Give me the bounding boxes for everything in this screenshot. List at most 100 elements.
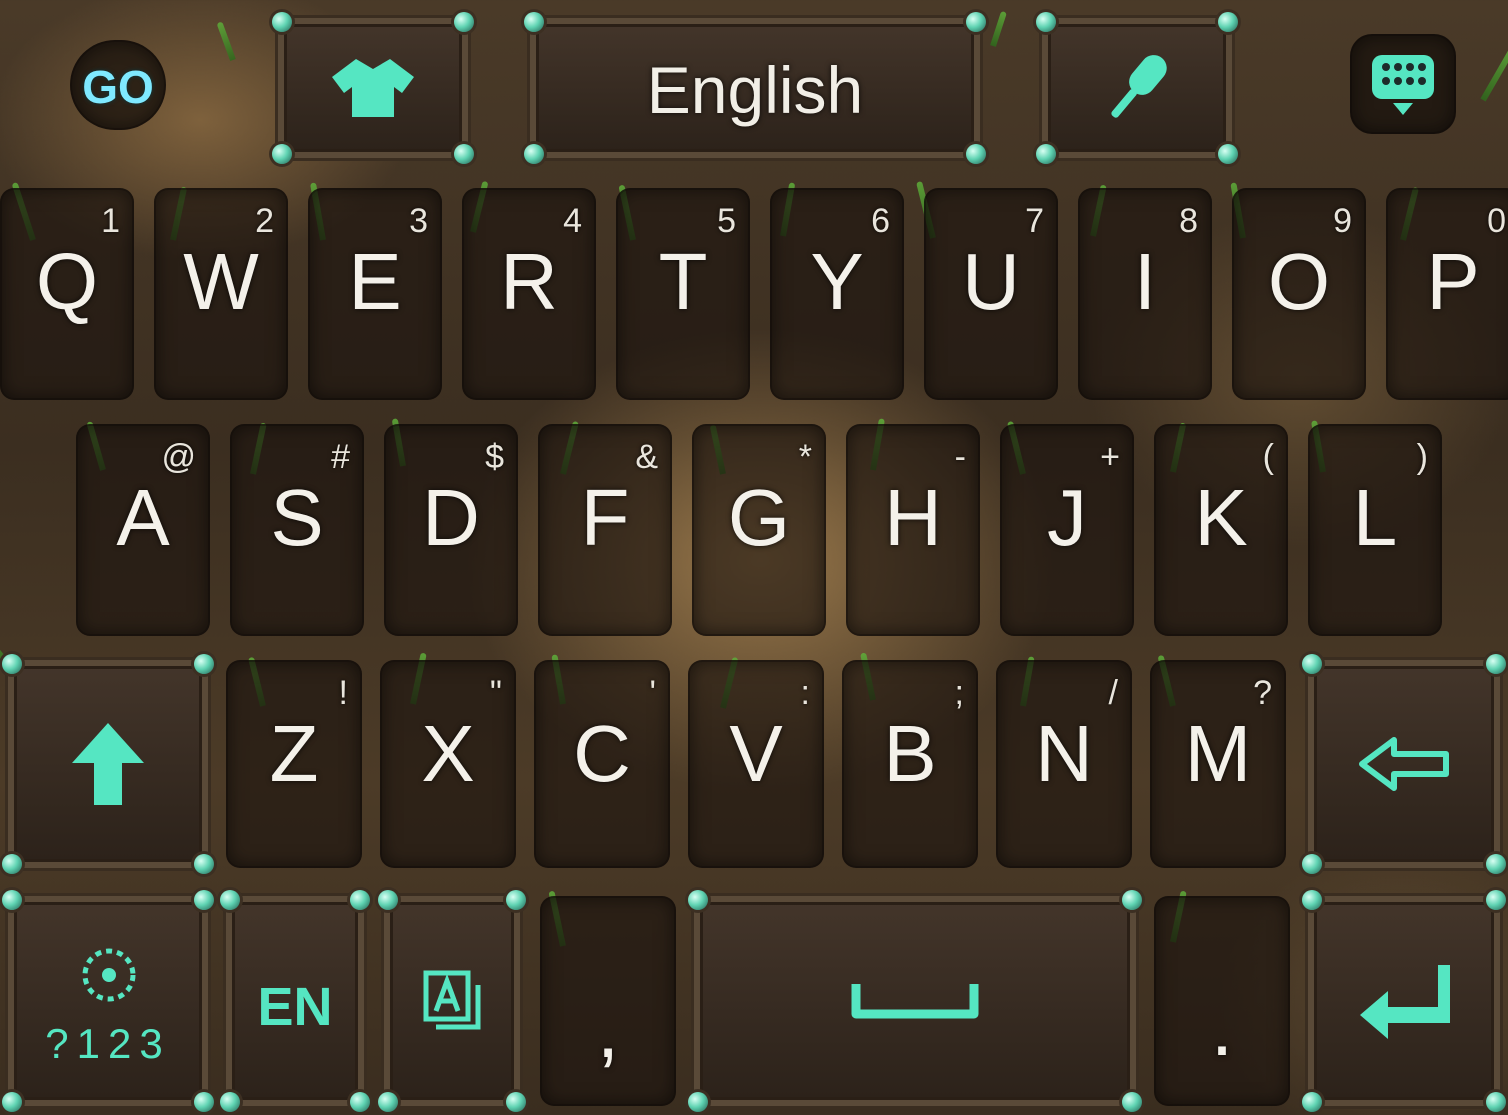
key-label: E xyxy=(348,237,402,326)
key-j[interactable]: + J xyxy=(1000,424,1134,636)
language-button[interactable]: English xyxy=(524,12,986,164)
key-hint: ; xyxy=(954,674,964,712)
key-u[interactable]: 7U xyxy=(924,188,1058,400)
key-label: M xyxy=(1184,709,1252,798)
key-hint: ! xyxy=(338,674,348,712)
settings-symbols-key[interactable]: ?123 xyxy=(2,890,214,1112)
key-label: Y xyxy=(810,237,864,326)
key-label: X xyxy=(421,709,475,798)
key-t[interactable]: 5T xyxy=(616,188,750,400)
key-g[interactable]: * G xyxy=(692,424,826,636)
key-label: D xyxy=(422,473,480,562)
key-b[interactable]: ; B xyxy=(842,660,978,868)
go-label: GO xyxy=(82,61,154,113)
key-hint: @ xyxy=(161,438,196,476)
period-key[interactable]: . xyxy=(1154,896,1290,1106)
key-w[interactable]: 2W xyxy=(154,188,288,400)
key-label: T xyxy=(658,237,708,326)
key-hint: ? xyxy=(1253,674,1272,712)
shirt-icon xyxy=(332,59,414,117)
key-label: K xyxy=(1194,473,1248,562)
keypad-button[interactable] xyxy=(1350,34,1456,134)
theme-button[interactable] xyxy=(272,12,474,164)
key-hint: ( xyxy=(1262,438,1274,476)
key-hint: ) xyxy=(1416,438,1428,476)
key-hint: 8 xyxy=(1179,202,1198,240)
key-hint: : xyxy=(800,674,810,712)
comma-key[interactable]: , xyxy=(540,896,676,1106)
key-h[interactable]: -H xyxy=(846,424,980,636)
key-v[interactable]: :V xyxy=(688,660,824,868)
key-hint: # xyxy=(331,438,350,476)
microphone-icon xyxy=(1111,55,1167,118)
grass-blade xyxy=(1480,46,1508,102)
grass-blade xyxy=(216,21,236,62)
key-hint: $ xyxy=(485,438,504,476)
symbols-label: ?123 xyxy=(45,1020,171,1067)
key-label: P xyxy=(1426,237,1480,326)
enter-key[interactable] xyxy=(1302,890,1506,1112)
key-hint: ' xyxy=(649,674,657,712)
key-hint: 6 xyxy=(871,202,890,240)
key-y[interactable]: 6Y xyxy=(770,188,904,400)
key-k[interactable]: (K xyxy=(1154,424,1288,636)
key-f[interactable]: & F xyxy=(538,424,672,636)
key-label: G xyxy=(727,473,791,562)
go-button[interactable]: GO xyxy=(70,40,166,130)
key-r[interactable]: 4R xyxy=(462,188,596,400)
key-label: V xyxy=(729,709,783,798)
key-label: J xyxy=(1047,473,1087,562)
shift-key[interactable] xyxy=(2,654,214,874)
key-hint: 4 xyxy=(563,202,582,240)
key-label: H xyxy=(884,473,942,562)
key-label: S xyxy=(270,473,324,562)
key-n[interactable]: / N xyxy=(996,660,1132,868)
key-label: L xyxy=(1352,473,1398,562)
key-m[interactable]: ? M xyxy=(1150,660,1286,868)
keypad-icon xyxy=(1372,55,1434,115)
enter-arrow-icon xyxy=(1360,965,1450,1039)
key-hint: 0 xyxy=(1487,202,1506,240)
space-key[interactable] xyxy=(688,890,1142,1112)
key-q[interactable]: 1Q xyxy=(0,188,134,400)
key-p[interactable]: 0P xyxy=(1386,188,1508,400)
period-label: . xyxy=(1210,983,1234,1072)
spacebar-icon xyxy=(851,984,979,1019)
key-hint: * xyxy=(798,438,812,476)
key-label: U xyxy=(962,237,1020,326)
language-label: English xyxy=(646,53,864,127)
key-label: C xyxy=(573,709,631,798)
key-s[interactable]: # S xyxy=(230,424,364,636)
key-e[interactable]: 3E xyxy=(308,188,442,400)
key-hint: 3 xyxy=(409,202,428,240)
key-hint: 5 xyxy=(717,202,736,240)
key-label: Z xyxy=(269,709,319,798)
key-o[interactable]: 9O xyxy=(1232,188,1366,400)
text-box-icon xyxy=(423,970,481,1030)
key-hint: + xyxy=(1100,438,1120,476)
key-d[interactable]: $ D xyxy=(384,424,518,636)
key-i[interactable]: 8I xyxy=(1078,188,1212,400)
key-hint: & xyxy=(635,438,658,476)
key-label: Q xyxy=(35,237,99,326)
key-hint: 2 xyxy=(255,202,274,240)
key-label: A xyxy=(116,473,170,562)
key-x[interactable]: " X xyxy=(380,660,516,868)
microphone-button[interactable] xyxy=(1036,12,1238,164)
key-label: F xyxy=(580,473,630,562)
backspace-key[interactable] xyxy=(1302,654,1506,874)
key-c[interactable]: ' C xyxy=(534,660,670,868)
settings-gear-icon xyxy=(82,948,136,1002)
text-mode-key[interactable] xyxy=(378,890,526,1112)
key-label: O xyxy=(1267,237,1331,326)
lang-switch-label: EN xyxy=(257,977,333,1037)
key-hint: 1 xyxy=(101,202,120,240)
key-label: R xyxy=(500,237,558,326)
key-a[interactable]: @ A xyxy=(76,424,210,636)
key-z[interactable]: ! Z xyxy=(226,660,362,868)
key-hint: 9 xyxy=(1333,202,1352,240)
key-l[interactable]: ) L xyxy=(1308,424,1442,636)
language-switch-key[interactable]: EN xyxy=(220,890,370,1112)
shift-arrow-icon xyxy=(72,723,144,805)
key-hint: - xyxy=(954,438,966,476)
